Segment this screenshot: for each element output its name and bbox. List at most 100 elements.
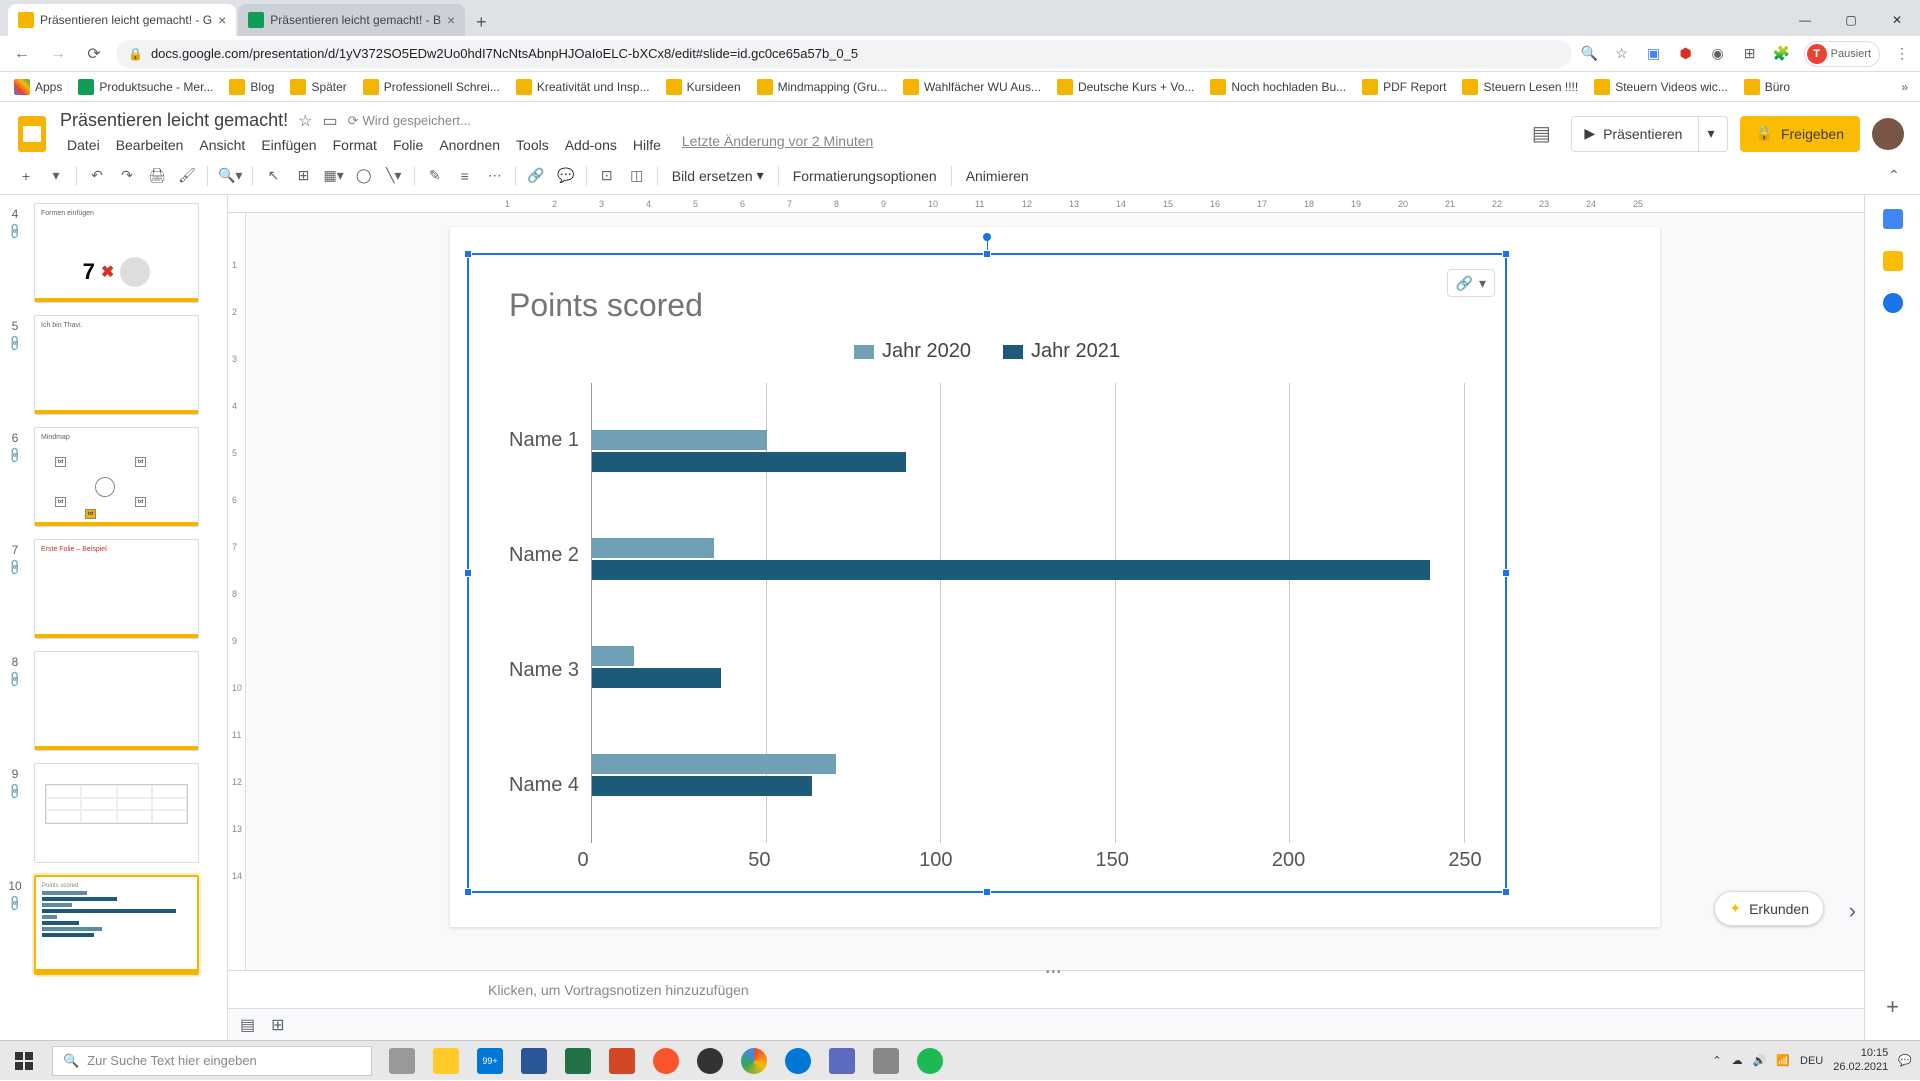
slide-thumbnail[interactable]: Mindmap txt txt txt txt txt (34, 427, 199, 527)
resize-handle[interactable] (983, 888, 991, 896)
keep-addon-icon[interactable] (1883, 251, 1903, 271)
collapse-toolbar-icon[interactable]: ⌃ (1880, 162, 1908, 190)
image-tool[interactable]: ▦▾ (319, 162, 347, 190)
next-arrow-icon[interactable]: › (1849, 898, 1856, 924)
slide-thumbnail[interactable]: Ich bin Thavi. (34, 315, 199, 415)
tasks-addon-icon[interactable] (1883, 293, 1903, 313)
taskbar-app-icon[interactable] (864, 1041, 908, 1081)
select-tool[interactable]: ↖ (259, 162, 287, 190)
taskbar-app-icon[interactable] (820, 1041, 864, 1081)
resize-handle[interactable] (1502, 569, 1510, 577)
star-icon[interactable]: ☆ (298, 111, 312, 131)
file-explorer-icon[interactable] (424, 1041, 468, 1081)
maximize-button[interactable]: ▢ (1828, 4, 1874, 36)
horizontal-ruler[interactable]: 1234567891011121314151617181920212223242… (228, 195, 1864, 213)
slide-canvas[interactable]: 🔗 ▾ Points scored Jahr 2020Jahr 2021 Nam… (450, 227, 1660, 927)
bookmark-item[interactable]: Noch hochladen Bu... (1204, 75, 1352, 99)
resize-handle[interactable] (464, 569, 472, 577)
slide-thumbnail[interactable] (34, 651, 199, 751)
bookmark-item[interactable]: PDF Report (1356, 75, 1452, 99)
menu-bearbeiten[interactable]: Bearbeiten (109, 133, 191, 157)
resize-handle[interactable] (464, 888, 472, 896)
extensions-puzzle-icon[interactable]: 🧩 (1772, 44, 1792, 64)
border-color-button[interactable]: ✎ (421, 162, 449, 190)
present-dropdown-icon[interactable]: ▾ (1698, 117, 1714, 151)
start-button[interactable] (0, 1041, 48, 1081)
menu-ansicht[interactable]: Ansicht (192, 133, 252, 157)
volume-icon[interactable]: 🔊 (1753, 1054, 1767, 1067)
present-button[interactable]: ▶ Präsentieren ▾ (1571, 116, 1727, 152)
move-folder-icon[interactable]: ▭ (322, 111, 337, 131)
notes-drag-handle-icon[interactable]: ••• (1046, 967, 1063, 978)
onedrive-icon[interactable]: ☁ (1732, 1054, 1743, 1067)
close-tab-icon[interactable]: × (218, 12, 226, 28)
slide-thumbnail[interactable]: Erste Folie – Beispiel (34, 539, 199, 639)
bookmark-item[interactable]: Kursideen (660, 75, 747, 99)
animate-button[interactable]: Animieren (958, 168, 1037, 184)
vertical-ruler[interactable]: 1234567891011121314 (228, 213, 246, 970)
bookmark-item[interactable]: Mindmapping (Gru... (751, 75, 893, 99)
bookmark-overflow-icon[interactable]: » (1897, 76, 1912, 98)
bookmark-item[interactable]: Kreativität und Insp... (510, 75, 656, 99)
document-title[interactable]: Präsentieren leicht gemacht! (60, 110, 288, 131)
explore-button[interactable]: ✦ Erkunden (1714, 891, 1824, 926)
shape-tool[interactable]: ◯ (350, 162, 378, 190)
chrome-menu-icon[interactable]: ⋮ (1892, 44, 1912, 64)
textbox-tool[interactable]: ⊞ (289, 162, 317, 190)
selected-chart-object[interactable]: 🔗 ▾ Points scored Jahr 2020Jahr 2021 Nam… (467, 253, 1507, 893)
line-tool[interactable]: ╲▾ (380, 162, 408, 190)
comment-add-button[interactable]: 💬 (552, 162, 580, 190)
border-dash-button[interactable]: ⋯ (481, 162, 509, 190)
menu-anordnen[interactable]: Anordnen (432, 133, 507, 157)
calendar-addon-icon[interactable] (1883, 209, 1903, 229)
user-avatar[interactable] (1872, 118, 1904, 150)
menu-addons[interactable]: Add-ons (558, 133, 624, 157)
bookmark-item[interactable]: Produktsuche - Mer... (72, 75, 219, 99)
comments-button[interactable]: ▤ (1523, 116, 1559, 152)
share-button[interactable]: 🔒 Freigeben (1740, 116, 1860, 152)
new-slide-dropdown-icon[interactable]: ▾ (42, 162, 70, 190)
bookmark-item[interactable]: Wahlfächer WU Aus... (897, 75, 1047, 99)
new-tab-button[interactable]: + (467, 8, 495, 36)
menu-einfuegen[interactable]: Einfügen (254, 133, 323, 157)
forward-button[interactable]: → (44, 40, 72, 68)
bookmark-item[interactable]: Steuern Lesen !!!! (1456, 75, 1584, 99)
edge-icon[interactable] (776, 1041, 820, 1081)
excel-icon[interactable] (556, 1041, 600, 1081)
redo-button[interactable]: ↷ (113, 162, 141, 190)
menu-format[interactable]: Format (326, 133, 384, 157)
menu-tools[interactable]: Tools (509, 133, 556, 157)
last-edit-link[interactable]: Letzte Änderung vor 2 Minuten (682, 133, 873, 157)
filmstrip-view-icon[interactable]: ▤ (240, 1015, 255, 1035)
notifications-icon[interactable]: 💬 (1898, 1054, 1912, 1067)
link-button[interactable]: 🔗 (522, 162, 550, 190)
spotify-icon[interactable] (908, 1041, 952, 1081)
bookmark-item[interactable]: Büro (1738, 75, 1796, 99)
bookmark-item[interactable]: Deutsche Kurs + Vo... (1051, 75, 1200, 99)
paint-format-button[interactable]: 🖌 (173, 162, 201, 190)
zoom-button[interactable]: 🔍▾ (214, 162, 246, 190)
tray-overflow-icon[interactable]: ⌃ (1712, 1054, 1721, 1067)
border-weight-button[interactable]: ≡ (451, 162, 479, 190)
back-button[interactable]: ← (8, 40, 36, 68)
linked-chart-chip[interactable]: 🔗 ▾ (1447, 269, 1495, 297)
new-slide-button[interactable]: + (12, 162, 40, 190)
obs-icon[interactable] (688, 1041, 732, 1081)
crop-button[interactable]: ⊡ (593, 162, 621, 190)
add-addon-button[interactable]: + (1886, 994, 1899, 1020)
url-field[interactable]: 🔒 docs.google.com/presentation/d/1yV372S… (116, 40, 1572, 68)
grid-view-icon[interactable]: ⊞ (271, 1015, 284, 1035)
bookmark-item[interactable]: Steuern Videos wic... (1588, 75, 1734, 99)
extension-icon[interactable]: ⊞ (1740, 44, 1760, 64)
star-bookmark-icon[interactable]: ☆ (1612, 44, 1632, 64)
undo-button[interactable]: ↶ (83, 162, 111, 190)
bookmark-item[interactable]: Blog (223, 75, 280, 99)
slide-thumbnail-selected[interactable]: Points scored (34, 875, 199, 975)
slide-thumbnail[interactable]: Formen einfügen 7✖ (34, 203, 199, 303)
taskbar-clock[interactable]: 10:15 26.02.2021 (1833, 1047, 1888, 1073)
taskbar-app-icon[interactable]: 99+ (468, 1041, 512, 1081)
word-icon[interactable] (512, 1041, 556, 1081)
mask-button[interactable]: ◫ (623, 162, 651, 190)
minimize-button[interactable]: — (1782, 4, 1828, 36)
extension-icon[interactable]: ▣ (1644, 44, 1664, 64)
